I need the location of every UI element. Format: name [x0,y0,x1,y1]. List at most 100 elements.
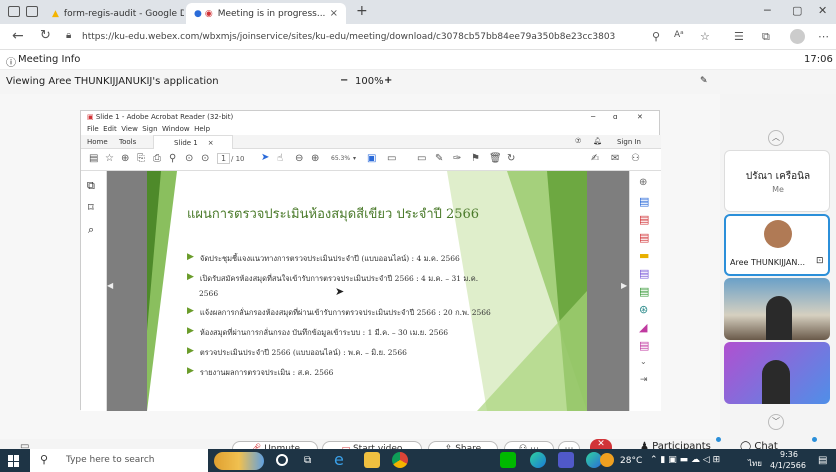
edge-browser-icon[interactable] [530,452,546,468]
attachment-icon[interactable]: ⌕ [88,223,94,237]
tray-icons[interactable]: ⌃ ▮ ▣ ▬ ☁ ◁ ⊞ [650,455,720,465]
rotate-icon[interactable]: ↻ [507,153,515,164]
protect-icon[interactable]: ⊛ [639,303,648,316]
zoom-select[interactable]: 65.3% [331,155,350,162]
page-up-icon[interactable]: ⊙ [185,153,193,164]
stamp-icon[interactable]: ⚑ [471,153,480,164]
read-aloud-icon[interactable]: Aᵃ [674,30,684,40]
self-tile[interactable]: ปรัณา เครือนิล Me [724,150,830,212]
expand-panel-icon[interactable]: ⇥ [640,375,648,385]
share-link-icon[interactable]: ⚇ [631,153,640,164]
teams-icon[interactable] [558,452,574,468]
clock-date[interactable]: 4/1/2566 [770,461,806,470]
bookmark-icon[interactable]: ⌑ [88,201,94,214]
more-icon[interactable]: ⋯ [818,30,829,43]
document-icon[interactable]: ⎘ [137,153,145,164]
presenter-tile[interactable]: Aree THUNKIJJAN... ⊡ [724,214,830,276]
collections-icon[interactable]: ⧉ [762,30,770,44]
tab-slide1[interactable]: Slide 1 × [153,135,233,149]
lock-icon[interactable]: 🔒︎ [66,30,71,41]
annotate-icon[interactable]: ✎ [700,76,708,86]
scroll-mode-icon[interactable]: ▭ [387,153,396,164]
sign-icon[interactable]: ✍ [591,153,599,164]
minimize-icon[interactable]: ─ [591,111,595,123]
next-page-arrow[interactable]: ▶ [621,281,627,290]
zoom-icon[interactable]: ⊕ [639,177,647,188]
temperature[interactable]: 28°C [620,456,642,466]
pen-icon[interactable]: ✎ [435,153,443,164]
comment-icon[interactable]: ▬ [639,249,649,262]
sign-in-link[interactable]: Sign In [617,138,641,146]
input-language[interactable]: ไทย [748,457,762,470]
line-icon[interactable] [500,452,516,468]
menu-sign[interactable]: Sign [142,125,157,133]
windows-start-icon[interactable] [8,455,20,467]
fill-sign-icon[interactable]: ◢ [639,321,647,334]
minimize-icon[interactable]: ─ [764,4,771,17]
task-view-icon[interactable]: ⧉ [304,455,311,466]
new-tab-button[interactable]: + [356,3,368,19]
scroll-down-icon[interactable]: ﹀ [768,414,784,430]
menu-help[interactable]: Help [194,125,210,133]
file-explorer-icon[interactable] [364,452,380,468]
organize-icon[interactable]: ▤ [639,213,649,226]
taskbar-search-box[interactable]: Type here to search [30,449,208,472]
clock-time[interactable]: 9:36 [780,450,798,459]
tab-tools[interactable]: Tools [119,138,136,146]
maximize-icon[interactable]: ▢ [792,4,802,17]
edit-pdf-icon[interactable]: ▤ [639,339,649,352]
edge-icon[interactable]: e [334,452,350,468]
upload-icon[interactable]: ⊕ [121,153,129,164]
compress-icon[interactable]: ▤ [639,285,649,298]
menu-window[interactable]: Window [162,125,190,133]
profile-avatar[interactable] [790,29,805,44]
video-tile-purple[interactable] [724,342,830,404]
export-pdf-icon[interactable]: ▤ [639,195,649,208]
mail-icon[interactable]: ✉ [611,153,619,164]
back-icon[interactable]: ← [12,28,24,44]
close-window-icon[interactable]: ✕ [637,111,643,123]
zoom-in-icon[interactable]: ⊕ [311,153,319,164]
combine-icon[interactable]: ▤ [639,267,649,280]
video-tile-mountain[interactable] [724,278,830,340]
tab-webex-meeting[interactable]: ● ◉ Meeting is in progress... × [186,3,346,24]
cortana-icon[interactable] [214,452,264,470]
location-icon[interactable]: ⚲ [652,30,660,43]
page-fit-icon[interactable]: ▣ [367,153,376,164]
prev-page-arrow[interactable]: ◀ [107,281,113,290]
comment-icon[interactable]: ▭ [417,153,426,164]
select-tool-icon[interactable]: ➤ [261,152,269,163]
info-icon[interactable]: ⓘ [6,54,16,69]
hand-tool-icon[interactable]: ☝︎ [277,153,283,164]
window-menu-icon[interactable] [8,6,20,17]
menu-edit[interactable]: Edit [103,125,117,133]
weather-icon[interactable] [600,453,614,467]
star-icon[interactable]: ☆ [105,153,114,164]
cortana-circle-icon[interactable] [276,454,288,466]
notification-icon[interactable]: ▤ [818,455,827,466]
close-tab-icon[interactable]: × [330,8,338,19]
print-icon[interactable]: ⎙ [153,153,161,164]
tab-actions-icon[interactable] [26,6,38,17]
save-icon[interactable]: ▤ [89,153,98,164]
url-field[interactable]: https://ku-edu.webex.com/wbxmjs/joinserv… [82,29,642,46]
page-number-input[interactable]: 1 [217,153,231,164]
maximize-icon[interactable]: ɑ [613,111,617,123]
tab-google-drive[interactable]: ▲ form-regis-audit - Google Drive × [44,3,184,24]
favorites-icon[interactable]: ☆ [700,30,710,43]
chevron-down-icon[interactable]: ⌄ [640,357,647,366]
create-pdf-icon[interactable]: ▤ [639,231,649,244]
menu-file[interactable]: File [87,125,99,133]
tab-home[interactable]: Home [87,138,108,146]
zoom-out-button[interactable]: − [340,75,348,86]
scroll-up-icon[interactable]: ︿ [768,130,784,146]
page-down-icon[interactable]: ⊙ [201,153,209,164]
bell-icon[interactable]: 🔔︎ [593,137,602,145]
draw-icon[interactable]: ✑ [453,153,461,164]
pages-icon[interactable]: ⧉ [87,179,95,193]
close-tab-icon[interactable]: × [208,139,214,147]
menu-view[interactable]: View [121,125,138,133]
zoom-in-button[interactable]: + [384,75,392,86]
meeting-info-label[interactable]: Meeting Info [18,54,80,65]
chrome-icon[interactable] [392,452,408,468]
